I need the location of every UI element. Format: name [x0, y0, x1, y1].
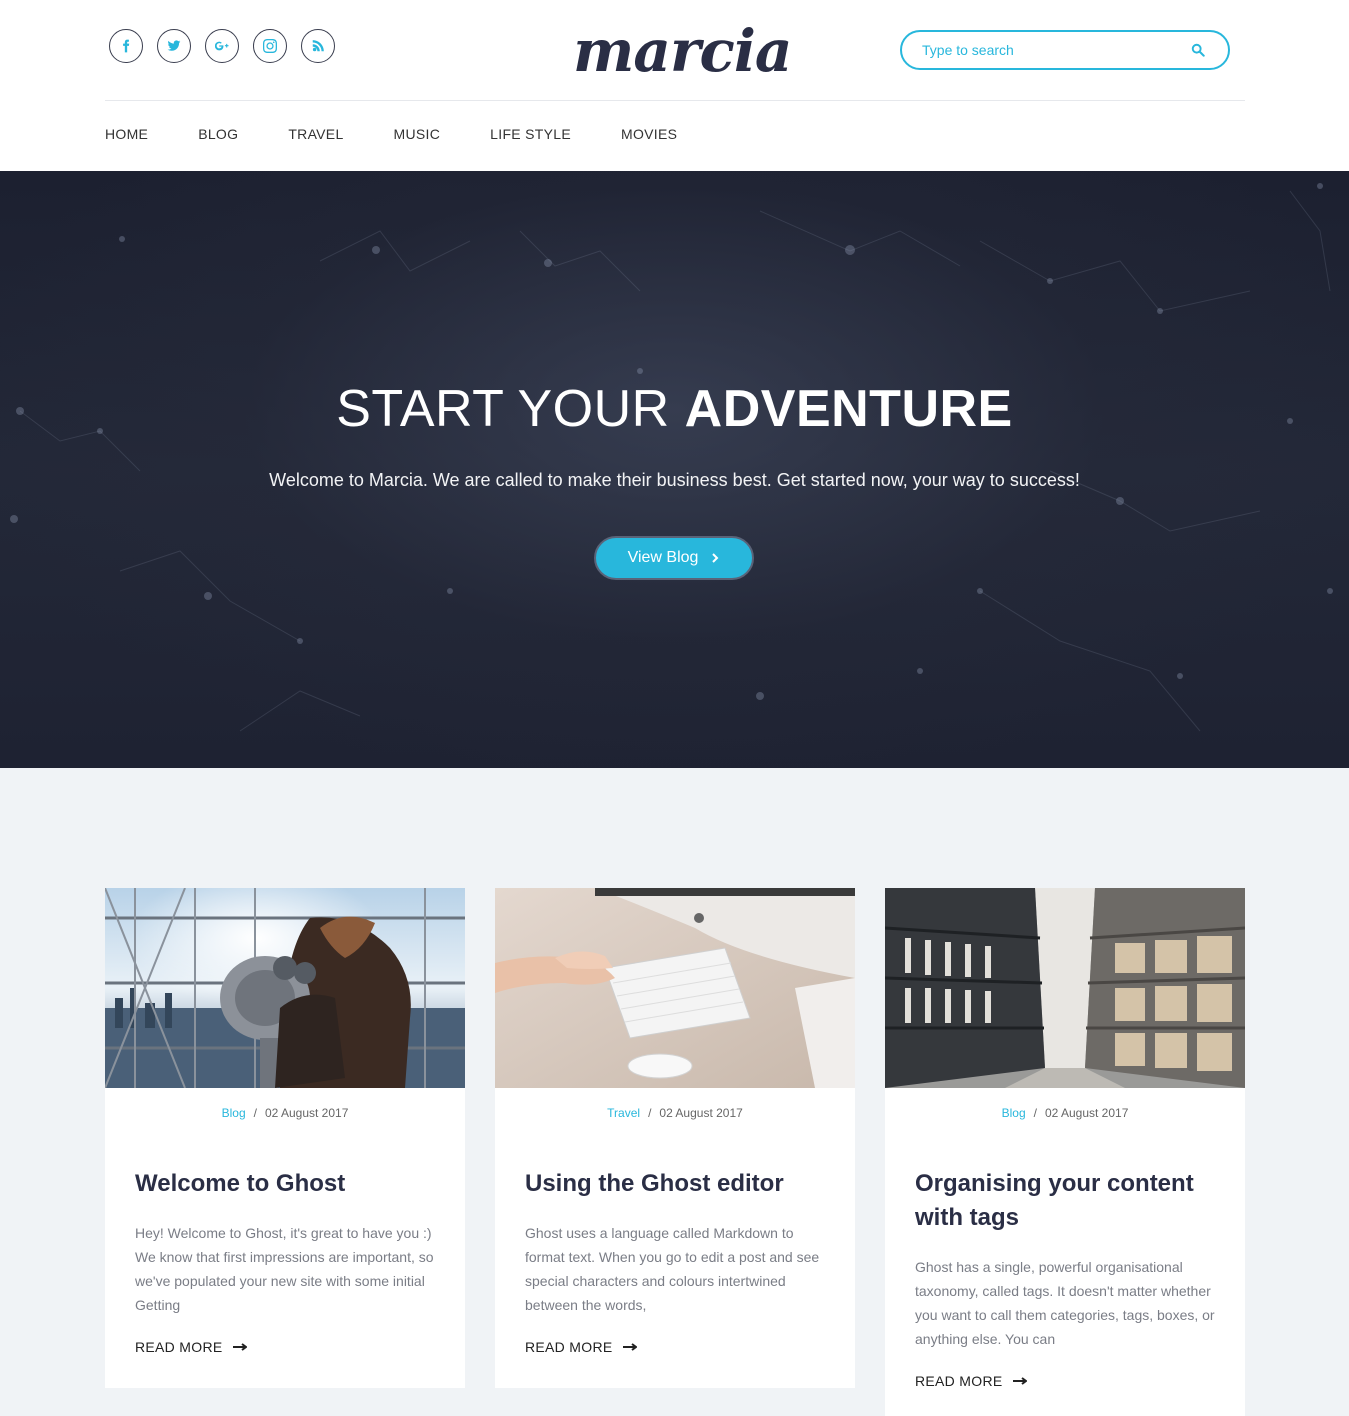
post-tag[interactable]: Blog [1002, 1106, 1026, 1120]
google-plus-icon [215, 41, 229, 51]
nav-item-blog[interactable]: BLOG [198, 126, 238, 142]
post-image-keyboard-desk[interactable] [495, 888, 855, 1088]
post-date: 02 August 2017 [659, 1106, 743, 1120]
nav-item-music[interactable]: MUSIC [394, 126, 441, 142]
instagram-link[interactable] [253, 29, 287, 63]
post-meta: Blog / 02 August 2017 [885, 1106, 1245, 1122]
chevron-right-icon [712, 553, 719, 563]
post-title[interactable]: Organising your content with tags [915, 1167, 1215, 1235]
hero-banner: START YOUR ADVENTURE Welcome to Marcia. … [0, 171, 1349, 768]
arrow-right-icon [1012, 1377, 1027, 1385]
main-nav: HOME BLOG TRAVEL MUSIC LIFE STYLE MOVIES [105, 126, 727, 142]
post-card: Blog / 02 August 2017 Organising your cont… [885, 888, 1245, 1416]
search-input[interactable] [902, 32, 1178, 68]
post-meta: Travel / 02 August 2017 [495, 1106, 855, 1122]
post-tag[interactable]: Travel [607, 1106, 640, 1120]
twitter-icon [167, 40, 181, 51]
search-box [900, 30, 1230, 70]
facebook-link[interactable] [109, 29, 143, 63]
view-blog-label: View Blog [627, 549, 699, 566]
post-date: 02 August 2017 [1044, 1106, 1129, 1120]
rss-icon [312, 40, 324, 52]
nav-item-travel[interactable]: TRAVEL [288, 126, 343, 142]
search-button[interactable] [1178, 32, 1218, 68]
search-icon [1191, 43, 1205, 57]
hero-title-light: START YOUR [336, 380, 685, 438]
post-title[interactable]: Using the Ghost editor [525, 1167, 825, 1201]
post-image-archive-shelves[interactable] [885, 888, 1245, 1088]
meta-separator: / [648, 1106, 652, 1120]
twitter-link[interactable] [157, 29, 191, 63]
post-excerpt: Ghost has a single, powerful organisatio… [915, 1259, 1215, 1347]
read-more-label: READ MORE [915, 1373, 1003, 1389]
arrow-right-icon [232, 1343, 247, 1351]
hero-title-bold: ADVENTURE [684, 380, 1013, 438]
facebook-icon [123, 39, 130, 53]
view-blog-button[interactable]: View Blog [594, 536, 754, 580]
social-links [109, 29, 335, 63]
arrow-right-icon [622, 1343, 637, 1351]
nav-item-home[interactable]: HOME [105, 126, 148, 142]
nav-item-movies[interactable]: MOVIES [621, 126, 677, 142]
hero-subtitle: Welcome to Marcia. We are called to make… [269, 470, 1080, 490]
meta-separator: / [1033, 1106, 1037, 1120]
header-divider [105, 100, 1245, 101]
read-more-link[interactable]: READ MORE [915, 1373, 1027, 1389]
site-header: marcia HOME BLOG TRAVEL MUSIC LIFE STYLE… [0, 0, 1349, 171]
google-plus-link[interactable] [205, 29, 239, 63]
post-excerpt: Ghost uses a language called Markdown to… [525, 1225, 820, 1313]
post-card: Travel / 02 August 2017 Using the Ghost ed… [495, 888, 855, 1388]
site-logo[interactable]: marcia [573, 14, 792, 88]
post-meta: Blog / 02 August 2017 [105, 1106, 465, 1122]
read-more-label: READ MORE [525, 1339, 613, 1355]
post-card: Blog / 02 August 2017 Welcome to Ghost Hey… [105, 888, 465, 1388]
meta-separator: / [253, 1106, 257, 1120]
post-image-binocular-viewer[interactable] [105, 888, 465, 1088]
read-more-label: READ MORE [135, 1339, 223, 1355]
post-tag[interactable]: Blog [222, 1106, 246, 1120]
read-more-link[interactable]: READ MORE [525, 1339, 637, 1355]
instagram-icon [263, 39, 277, 53]
post-excerpt: Hey! Welcome to Ghost, it's great to hav… [135, 1225, 434, 1313]
post-title[interactable]: Welcome to Ghost [135, 1167, 435, 1201]
read-more-link[interactable]: READ MORE [135, 1339, 247, 1355]
nav-item-life-style[interactable]: LIFE STYLE [490, 126, 571, 142]
post-date: 02 August 2017 [264, 1106, 349, 1120]
rss-link[interactable] [301, 29, 335, 63]
hero-title: START YOUR ADVENTURE [0, 379, 1349, 439]
